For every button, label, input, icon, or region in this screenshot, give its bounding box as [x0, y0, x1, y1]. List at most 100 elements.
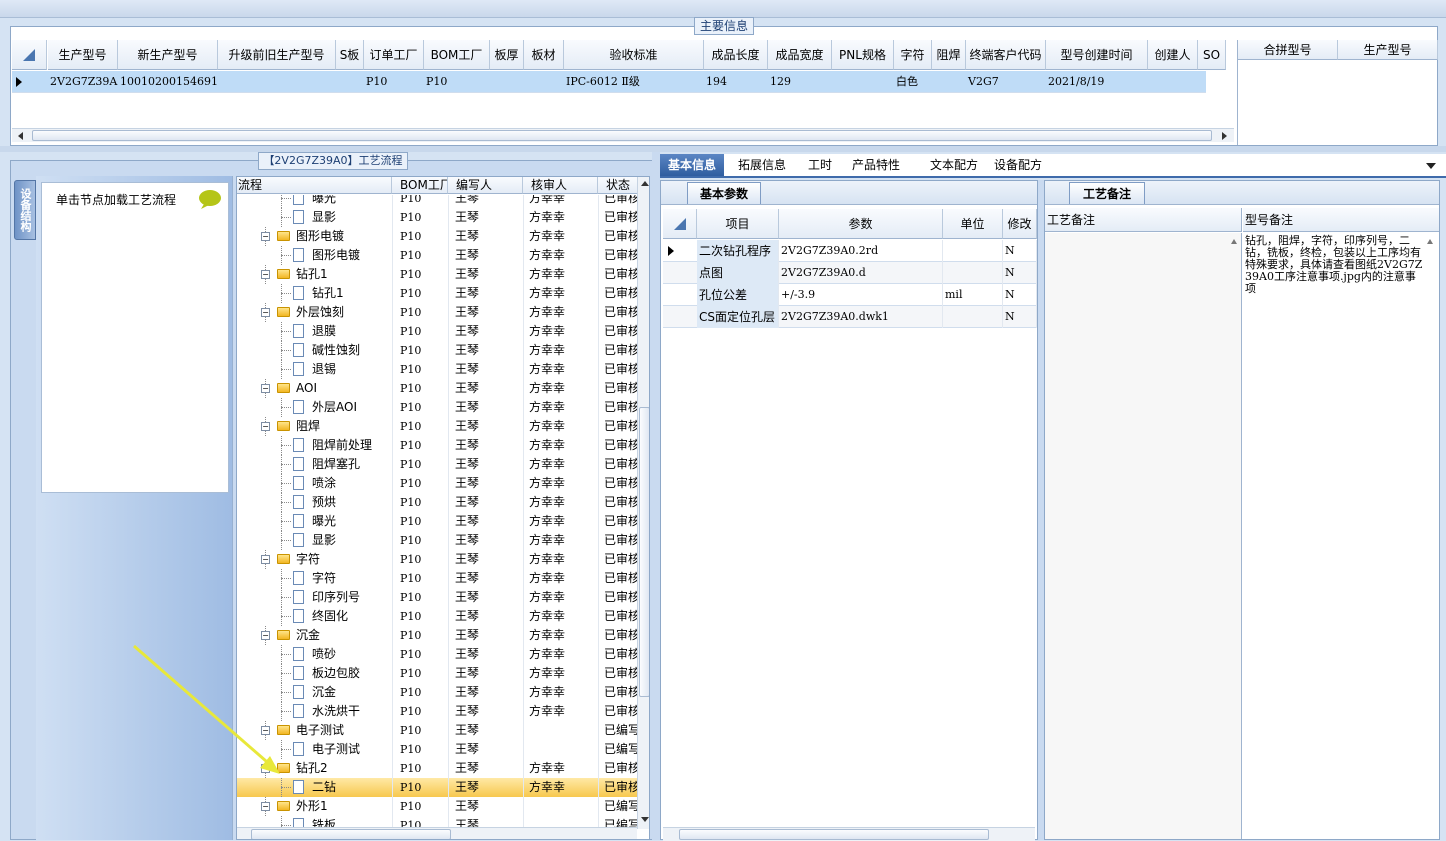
- tree-leaf-row[interactable]: 水洗烘干 P10 王琴 方幸幸 已审核: [237, 702, 638, 721]
- params-param[interactable]: 2V2G7Z39A0.2rd: [779, 240, 943, 262]
- tree-col-header[interactable]: 核审人: [523, 177, 598, 194]
- main-col-header[interactable]: 升级前旧生产型号: [218, 40, 336, 70]
- tree-scroll-down-icon[interactable]: [641, 817, 649, 822]
- tab-equipment-structure[interactable]: 设备结构: [14, 180, 36, 240]
- main-col-header[interactable]: 终端客户代码: [966, 40, 1046, 70]
- main-cell[interactable]: [524, 71, 564, 93]
- tree-folder-row[interactable]: − 电子测试 P10 王琴 已编写: [237, 721, 638, 740]
- collapse-icon[interactable]: −: [261, 631, 270, 640]
- main-col-header[interactable]: 生产型号: [48, 40, 118, 70]
- collapse-icon[interactable]: −: [261, 802, 270, 811]
- tree-col-header[interactable]: 编写人: [448, 177, 523, 194]
- main-col-header[interactable]: 字符: [894, 40, 932, 70]
- tree-folder-row[interactable]: − 字符 P10 王琴 方幸幸 已审核: [237, 550, 638, 569]
- main-cell[interactable]: IPC-6012 Ⅱ级: [564, 71, 704, 93]
- main-cell[interactable]: V2G7: [966, 71, 1046, 93]
- tree-leaf-row[interactable]: 喷砂 P10 王琴 方幸幸 已审核: [237, 645, 638, 664]
- main-cell[interactable]: [932, 71, 966, 93]
- tree-folder-row[interactable]: − 外形1 P10 王琴 已编写: [237, 797, 638, 816]
- main-grid-hscroll[interactable]: [12, 128, 1234, 142]
- main-col-header[interactable]: 板材: [524, 40, 564, 70]
- main-cell[interactable]: [336, 71, 364, 93]
- main-col-header[interactable]: 验收标准: [564, 40, 704, 70]
- params-param[interactable]: +/-3.9: [779, 284, 943, 306]
- tree-folder-row[interactable]: − 图形电镀 P10 王琴 方幸幸 已审核: [237, 227, 638, 246]
- main-cell[interactable]: 2V2G7Z39A0: [48, 71, 118, 93]
- main-cell[interactable]: [218, 71, 336, 93]
- params-param[interactable]: 2V2G7Z39A0.d: [779, 262, 943, 284]
- tree-leaf-row[interactable]: 阻焊前处理 P10 王琴 方幸幸 已审核: [237, 436, 638, 455]
- tree-leaf-row[interactable]: 沉金 P10 王琴 方幸幸 已审核: [237, 683, 638, 702]
- tree-folder-row[interactable]: − 外层蚀刻 P10 王琴 方幸幸 已审核: [237, 303, 638, 322]
- tree-leaf-row[interactable]: 终固化 P10 王琴 方幸幸 已审核: [237, 607, 638, 626]
- tree-folder-row[interactable]: − AOI P10 王琴 方幸幸 已审核: [237, 379, 638, 398]
- main-col-header[interactable]: SO: [1198, 40, 1226, 70]
- tree-leaf-row[interactable]: 二钻 P10 王琴 方幸幸 已审核: [237, 778, 638, 797]
- detail-tab[interactable]: 工时: [800, 154, 840, 176]
- detail-tab[interactable]: 基本信息: [660, 154, 725, 176]
- tree-leaf-row[interactable]: 喷涂 P10 王琴 方幸幸 已审核: [237, 474, 638, 493]
- main-cell[interactable]: [490, 71, 524, 93]
- params-col-header[interactable]: 修改: [1003, 209, 1037, 239]
- tree-leaf-row[interactable]: 字符 P10 王琴 方幸幸 已审核: [237, 569, 638, 588]
- tree-leaf-row[interactable]: 曝光 P10 王琴 方幸幸 已审核: [237, 512, 638, 531]
- detail-tab[interactable]: 文本配方: [922, 154, 986, 176]
- collapse-icon[interactable]: −: [261, 422, 270, 431]
- main-col-header[interactable]: 板厚: [490, 40, 524, 70]
- params-hscroll-thumb[interactable]: [679, 829, 989, 840]
- main-cell[interactable]: [1148, 71, 1198, 93]
- remark-scroll-up-icon[interactable]: [1231, 239, 1237, 244]
- main-cell[interactable]: 194: [704, 71, 768, 93]
- tree-hscroll[interactable]: [237, 827, 637, 839]
- tree-leaf-row[interactable]: 钻孔1 P10 王琴 方幸幸 已审核: [237, 284, 638, 303]
- tree-leaf-row[interactable]: 阻焊塞孔 P10 王琴 方幸幸 已审核: [237, 455, 638, 474]
- scroll-right-icon[interactable]: [1222, 132, 1227, 140]
- tree-leaf-row[interactable]: 板边包胶 P10 王琴 方幸幸 已审核: [237, 664, 638, 683]
- detail-tab[interactable]: 产品特性: [844, 154, 908, 176]
- params-hscroll[interactable]: [663, 827, 1035, 841]
- tree-leaf-row[interactable]: 显影 P10 王琴 方幸幸 已审核: [237, 208, 638, 227]
- scroll-left-icon[interactable]: [18, 132, 23, 140]
- model-remark-textbox[interactable]: 钻孔，阻焊，字符，印序列号，二钻，铣板，终检，包装以上工序均有特殊要求，具体请查…: [1243, 233, 1439, 839]
- tree-folder-row[interactable]: − 钻孔1 P10 王琴 方幸幸 已审核: [237, 265, 638, 284]
- main-cell[interactable]: [1198, 71, 1226, 93]
- detail-tab[interactable]: 设备配方: [986, 154, 1050, 176]
- tree-leaf-row[interactable]: 印序列号 P10 王琴 方幸幸 已审核: [237, 588, 638, 607]
- main-cell[interactable]: P10: [424, 71, 490, 93]
- tree-hscroll-thumb[interactable]: [251, 829, 451, 839]
- main-col-header[interactable]: 订单工厂: [364, 40, 424, 70]
- model-remark-scroll-up-icon[interactable]: [1427, 239, 1433, 244]
- tree-leaf-row[interactable]: 退膜 P10 王琴 方幸幸 已审核: [237, 322, 638, 341]
- main-col-header[interactable]: 成品长度: [704, 40, 768, 70]
- main-cell[interactable]: 129: [768, 71, 832, 93]
- main-col-header[interactable]: PNL规格: [832, 40, 894, 70]
- main-vsplitter[interactable]: [652, 152, 660, 840]
- tree-folder-row[interactable]: − 沉金 P10 王琴 方幸幸 已审核: [237, 626, 638, 645]
- tree-leaf-row[interactable]: 外层AOI P10 王琴 方幸幸 已审核: [237, 398, 638, 417]
- main-cell[interactable]: [832, 71, 894, 93]
- main-col-header[interactable]: 创建人: [1148, 40, 1198, 70]
- main-cell[interactable]: 10010200154691: [118, 71, 218, 93]
- tree-scroll-thumb[interactable]: [639, 407, 649, 697]
- tree-leaf-row[interactable]: 预烘 P10 王琴 方幸幸 已审核: [237, 493, 638, 512]
- tree-folder-row[interactable]: − 阻焊 P10 王琴 方幸幸 已审核: [237, 417, 638, 436]
- main-col-header[interactable]: S板: [336, 40, 364, 70]
- tree-leaf-row[interactable]: 显影 P10 王琴 方幸幸 已审核: [237, 531, 638, 550]
- tree-leaf-row[interactable]: 电子测试 P10 王琴 已编写: [237, 740, 638, 759]
- main-col-header[interactable]: 阻焊: [932, 40, 966, 70]
- main-cell[interactable]: 白色: [894, 71, 932, 93]
- main-col-header[interactable]: 成品宽度: [768, 40, 832, 70]
- params-col-header[interactable]: 单位: [943, 209, 1003, 239]
- params-param[interactable]: 2V2G7Z39A0.dwk1: [779, 306, 943, 328]
- params-col-header[interactable]: 项目: [697, 209, 779, 239]
- collapse-icon[interactable]: −: [261, 308, 270, 317]
- tree-col-header[interactable]: 流程: [237, 177, 392, 194]
- tree-folder-row[interactable]: −钻孔2P10王琴方幸幸已审核: [237, 759, 638, 778]
- collapse-icon[interactable]: −: [261, 232, 270, 241]
- tree-leaf-row[interactable]: 图形电镀 P10 王琴 方幸幸 已审核: [237, 246, 638, 265]
- tree-col-header[interactable]: BOM工厂: [392, 177, 448, 194]
- main-cell[interactable]: P10: [364, 71, 424, 93]
- tab-dropdown-icon[interactable]: [1426, 163, 1436, 169]
- scroll-thumb[interactable]: [32, 130, 1212, 141]
- tree-leaf-row[interactable]: 曝光 P10 王琴 方幸幸 已审核: [237, 195, 638, 208]
